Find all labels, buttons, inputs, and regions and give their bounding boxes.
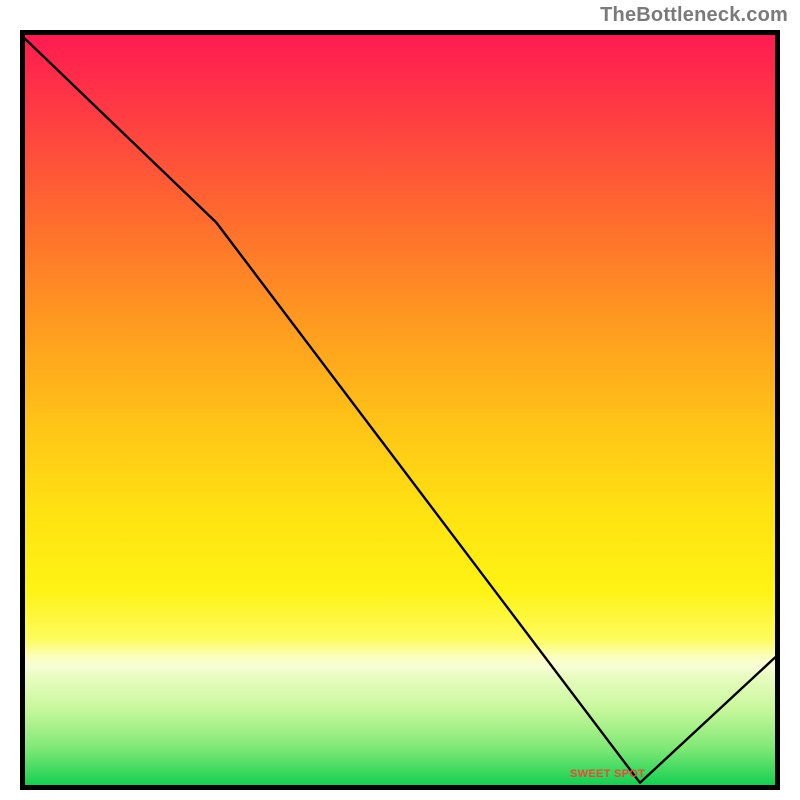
heat-gradient — [25, 35, 775, 785]
attribution-label: TheBottleneck.com — [600, 4, 788, 27]
sweet-spot-label: SWEET SPOT — [570, 768, 645, 780]
chart-container: TheBottleneck.com SWEET SPOT — [0, 0, 800, 800]
plot-area: SWEET SPOT — [20, 30, 780, 790]
